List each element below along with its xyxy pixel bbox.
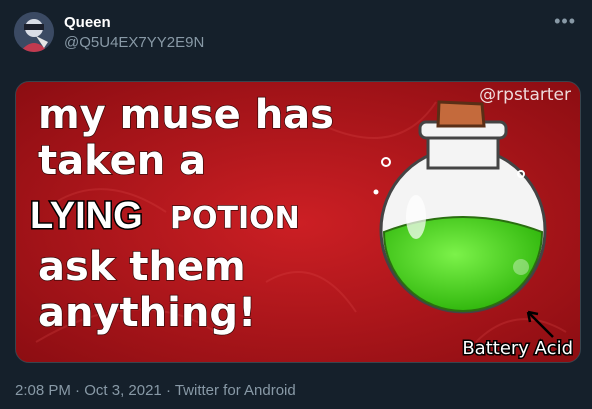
caption-line-potion: POTION — [170, 201, 300, 236]
meta-separator: · — [70, 382, 85, 399]
tweet-source[interactable]: Twitter for Android — [175, 382, 296, 399]
tweet: Queen @Q5U4EX7YY2E9N ••• @rpstarter my m… — [0, 0, 592, 409]
avatar-image — [14, 12, 54, 52]
caption-line-4: ask them — [38, 244, 246, 290]
annotation-label: Battery Acid — [462, 338, 573, 359]
tweet-time[interactable]: 2:08 PM — [15, 382, 71, 399]
more-options-icon[interactable]: ••• — [554, 12, 576, 30]
caption-line-1: my muse has — [38, 92, 334, 138]
meta-separator-2: · — [161, 382, 175, 399]
display-name[interactable]: Queen — [64, 14, 111, 31]
user-handle[interactable]: @Q5U4EX7YY2E9N — [64, 34, 204, 51]
media-image: @rpstarter my muse has taken a POTION as… — [16, 82, 580, 362]
caption-line-2: taken a — [38, 138, 206, 184]
caption-line-lying: LYING — [30, 195, 143, 237]
tweet-meta: 2:08 PM · Oct 3, 2021 · Twitter for Andr… — [15, 382, 296, 399]
avatar[interactable] — [14, 12, 54, 52]
watermark-text: @rpstarter — [479, 85, 571, 105]
tweet-date[interactable]: Oct 3, 2021 — [84, 382, 162, 399]
tweet-media[interactable]: @rpstarter my muse has taken a POTION as… — [15, 81, 581, 363]
caption-line-5: anything! — [38, 290, 256, 336]
